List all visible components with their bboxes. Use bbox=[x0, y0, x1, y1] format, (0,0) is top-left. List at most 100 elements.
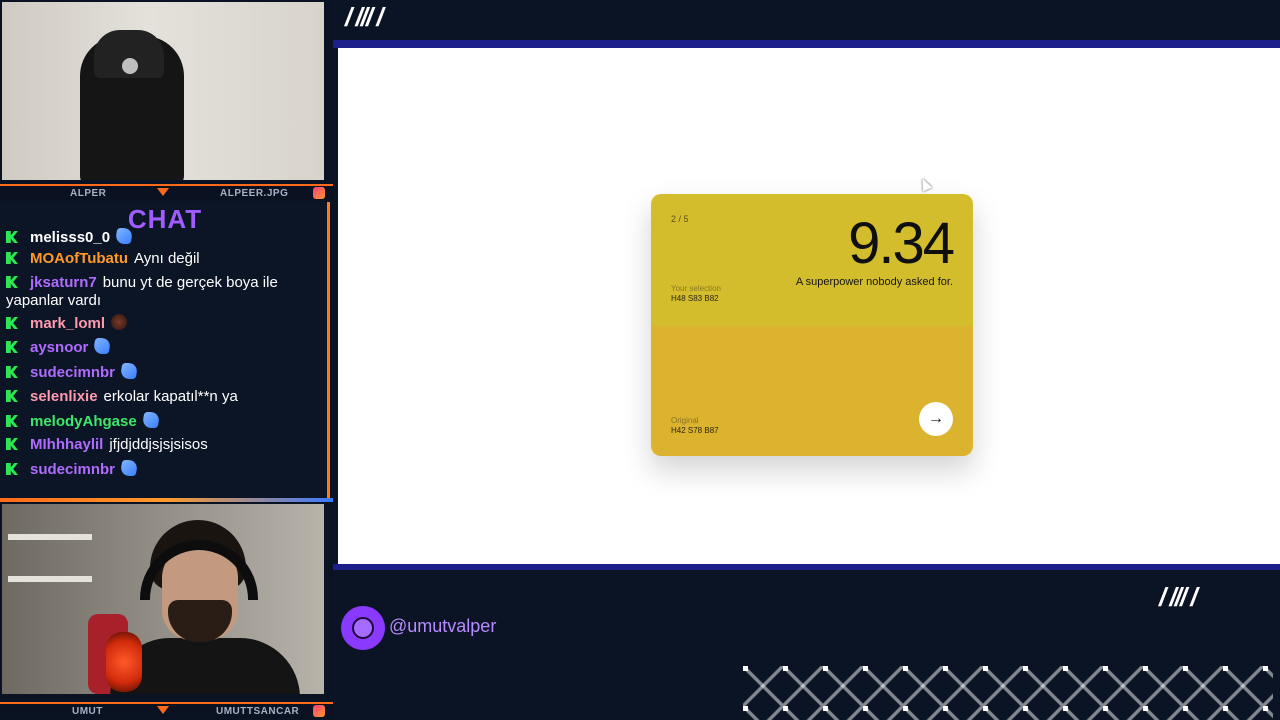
microphone bbox=[106, 632, 142, 692]
pattern-dot bbox=[943, 666, 948, 671]
pattern-dot bbox=[1023, 666, 1028, 671]
chat-message: aysnoor bbox=[6, 338, 324, 357]
chat-message: jksaturn7 bunu yt de gerçek boya ile yapa… bbox=[6, 274, 324, 310]
pattern-dot bbox=[823, 666, 828, 671]
social-handle: @umutvalper bbox=[389, 616, 497, 636]
kick-badge-icon bbox=[6, 317, 18, 329]
game-content: 2 / 5 9.34 A superpower nobody asked for… bbox=[338, 48, 1280, 564]
slash-decoration: / /// / bbox=[345, 2, 384, 32]
mouse-cursor bbox=[917, 176, 933, 192]
cam-name: UMUT bbox=[72, 705, 103, 717]
left-column: ALPER ALPEER.JPG CHAT melisss0_0 MOAofTub… bbox=[0, 0, 333, 720]
cam-label-umut: UMUT UMUTTSANCAR bbox=[0, 702, 333, 718]
next-button[interactable]: → bbox=[919, 402, 953, 436]
original-label: Original bbox=[671, 416, 699, 425]
kick-badge-icon bbox=[6, 276, 18, 288]
pattern-dot bbox=[1263, 706, 1268, 711]
wing-emote-icon bbox=[119, 460, 139, 476]
pattern-dot bbox=[743, 666, 748, 671]
chat-message: sudecimnbr bbox=[6, 460, 324, 479]
ball-emote-icon bbox=[111, 314, 128, 330]
kick-badge-icon bbox=[6, 390, 18, 402]
pattern-dot bbox=[903, 706, 908, 711]
pattern-dot bbox=[1183, 666, 1188, 671]
chat-text: jfjdjddjsjsjsisos bbox=[109, 436, 208, 453]
chat-message: MIhhhaylil jfjdjddjsjsjsisos bbox=[6, 436, 324, 454]
kick-badge-icon bbox=[6, 252, 18, 264]
pattern-dot bbox=[863, 666, 868, 671]
triangle-icon bbox=[157, 188, 169, 196]
chat-message: melisss0_0 bbox=[6, 228, 324, 247]
arrow-right-icon: → bbox=[928, 410, 944, 427]
chat-text: erkolar kapatıl**n ya bbox=[103, 388, 238, 405]
pattern-dot bbox=[1183, 706, 1188, 711]
chat-username[interactable]: MOAofTubatu bbox=[30, 250, 128, 267]
stream-overlay: ALPER ALPEER.JPG CHAT melisss0_0 MOAofTub… bbox=[0, 0, 1280, 720]
pattern-dot bbox=[1223, 666, 1228, 671]
top-bar: / /// / bbox=[333, 0, 1280, 44]
round-counter: 2 / 5 bbox=[671, 214, 689, 224]
chat-username[interactable]: jksaturn7 bbox=[30, 274, 97, 291]
cam-handle: UMUTTSANCAR bbox=[216, 705, 300, 717]
pattern-dot bbox=[1223, 706, 1228, 711]
chat-username[interactable]: MIhhhaylil bbox=[30, 436, 103, 453]
chat-username[interactable]: melisss0_0 bbox=[30, 229, 110, 246]
pattern-dot bbox=[1063, 706, 1068, 711]
pattern-dot bbox=[1103, 666, 1108, 671]
shelf bbox=[8, 534, 92, 540]
pattern-dot bbox=[823, 706, 828, 711]
chat-username[interactable]: selenlixie bbox=[30, 388, 98, 405]
pattern-dot bbox=[983, 666, 988, 671]
webcam-alper bbox=[2, 2, 324, 180]
kick-badge-icon bbox=[6, 438, 18, 450]
webcam-umut bbox=[2, 504, 324, 694]
pattern-dot bbox=[1143, 666, 1148, 671]
pattern-dot bbox=[903, 666, 908, 671]
cam-handle: ALPEER.JPG bbox=[220, 187, 289, 199]
pattern-dot bbox=[943, 706, 948, 711]
chat-username[interactable]: melodyAhgase bbox=[30, 413, 137, 430]
pattern-dot bbox=[1063, 666, 1068, 671]
pattern-dot bbox=[783, 666, 788, 671]
chat-username[interactable]: sudecimnbr bbox=[30, 461, 115, 478]
instagram-icon bbox=[313, 187, 325, 199]
cam-name: ALPER bbox=[70, 187, 107, 199]
chat-message: sudecimnbr bbox=[6, 363, 324, 382]
chat-username[interactable]: aysnoor bbox=[30, 339, 88, 356]
pattern-dot bbox=[743, 706, 748, 711]
chat-text: Aynı değil bbox=[134, 250, 200, 267]
triangle-icon bbox=[157, 706, 169, 714]
kick-badge-icon bbox=[6, 366, 18, 378]
selection-swatch: 2 / 5 9.34 A superpower nobody asked for… bbox=[651, 194, 973, 326]
pattern-dot bbox=[1263, 666, 1268, 671]
chat-message: melodyAhgase bbox=[6, 412, 324, 431]
score-tagline: A superpower nobody asked for. bbox=[795, 276, 953, 288]
pattern-dot bbox=[1103, 706, 1108, 711]
chat-message: mark_loml bbox=[6, 314, 324, 333]
slash-decoration: / /// / bbox=[1159, 582, 1198, 612]
chair-logo bbox=[122, 58, 138, 74]
score-value: 9.34 bbox=[848, 211, 955, 276]
cam-label-alper: ALPER ALPEER.JPG bbox=[0, 184, 333, 200]
bottom-bar: @umutvalper / /// / bbox=[333, 570, 1280, 720]
selection-value: H48 S83 B82 bbox=[671, 294, 719, 303]
diamond-pattern bbox=[743, 666, 1273, 720]
instagram-icon bbox=[313, 705, 325, 717]
color-result-card: 2 / 5 9.34 A superpower nobody asked for… bbox=[651, 194, 973, 456]
kick-badge-icon bbox=[6, 231, 18, 243]
wing-emote-icon bbox=[92, 338, 112, 354]
wing-emote-icon bbox=[141, 412, 161, 428]
chat-username[interactable]: sudecimnbr bbox=[30, 364, 115, 381]
pattern-dot bbox=[1143, 706, 1148, 711]
shelf bbox=[8, 576, 92, 582]
wing-emote-icon bbox=[119, 363, 139, 379]
kick-badge-icon bbox=[6, 463, 18, 475]
divider-strip bbox=[333, 40, 1280, 48]
original-value: H42 S78 B87 bbox=[671, 426, 719, 435]
selection-label: Your selection bbox=[671, 284, 721, 293]
pattern-dot bbox=[783, 706, 788, 711]
chat-username[interactable]: mark_loml bbox=[30, 315, 105, 332]
chat-message: MOAofTubatu Aynı değil bbox=[6, 250, 324, 268]
pattern-dot bbox=[863, 706, 868, 711]
pattern-dot bbox=[983, 706, 988, 711]
